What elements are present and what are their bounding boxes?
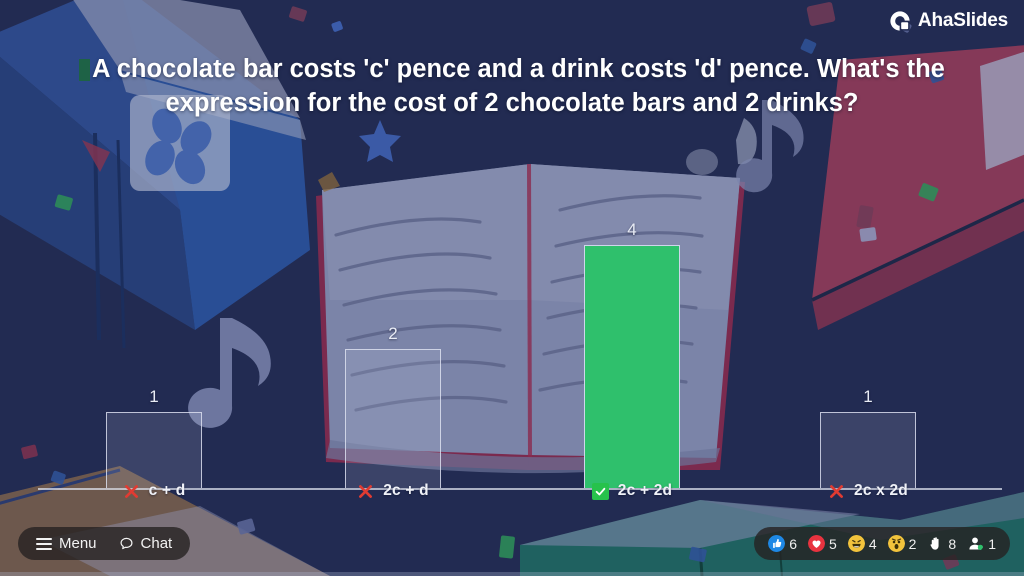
bar-value-label-0: 1 xyxy=(149,387,159,406)
chart-column-0: 1 xyxy=(106,220,202,488)
answer-label-1: 2c + d xyxy=(383,482,429,499)
participant-count: 1 xyxy=(988,535,996,552)
menu-label: Menu xyxy=(59,535,97,552)
reaction-count-heart: 5 xyxy=(829,535,837,552)
thumbs-up-icon xyxy=(768,535,786,552)
raised-hand-icon xyxy=(930,537,939,550)
results-bar-chart: 1 2 4 1 xyxy=(0,150,1024,490)
brand-name: AhaSlides xyxy=(917,10,1008,31)
bar-2 xyxy=(584,245,680,488)
chat-bubble-icon xyxy=(120,537,133,550)
chart-column-3: 1 xyxy=(820,220,916,488)
slide-stage: AhaSlides A chocolate bar costs 'c' penc… xyxy=(0,0,1024,576)
answer-label-2: 2c + 2d xyxy=(617,482,673,499)
bar-value-label-3: 1 xyxy=(863,387,873,406)
surprised-face-icon xyxy=(887,535,905,552)
hamburger-icon xyxy=(36,537,52,550)
ahaslides-logo-icon xyxy=(890,11,910,31)
heart-icon xyxy=(808,535,826,552)
laughing-face-icon xyxy=(847,535,865,552)
answer-option-2[interactable]: 2c + 2d xyxy=(584,482,680,500)
question-label: A chocolate bar costs 'c' pence and a dr… xyxy=(92,55,945,118)
reaction-count-thumbs-up: 6 xyxy=(789,535,798,552)
green-check-icon xyxy=(591,482,609,500)
chat-label: Chat xyxy=(140,535,173,552)
red-x-icon xyxy=(359,484,373,498)
slide-accent-marker xyxy=(79,59,91,81)
reaction-laugh[interactable]: 4 xyxy=(847,535,877,552)
reaction-count-laugh: 4 xyxy=(868,535,877,552)
reactions-toolbar: 6 5 4 2 8 1 xyxy=(754,527,1010,560)
bottom-progress-strip xyxy=(0,572,1024,576)
brand-logo: AhaSlides xyxy=(889,10,1008,32)
participants-indicator[interactable]: 1 xyxy=(967,535,996,552)
reaction-count-raised-hand: 8 xyxy=(948,535,957,552)
menu-button[interactable]: Menu xyxy=(36,535,97,552)
answer-label-0: c + d xyxy=(148,482,186,499)
bar-3 xyxy=(820,412,916,488)
answer-option-0[interactable]: c + d xyxy=(106,482,202,500)
reaction-heart[interactable]: 5 xyxy=(808,535,837,552)
reaction-wow[interactable]: 2 xyxy=(887,535,917,552)
red-x-icon xyxy=(830,484,843,498)
reaction-count-wow: 2 xyxy=(908,535,917,552)
answer-option-1[interactable]: 2c + d xyxy=(345,482,441,500)
reaction-raised-hand[interactable]: 8 xyxy=(927,535,956,552)
red-x-icon xyxy=(124,484,138,498)
bar-0 xyxy=(106,412,202,488)
chat-button[interactable]: Chat xyxy=(119,535,173,552)
question-text: A chocolate bar costs 'c' pence and a dr… xyxy=(34,52,990,121)
answer-labels-row: c + d 2c + d 2c + 2d 2c x 2d xyxy=(0,482,1024,508)
chart-column-1: 2 xyxy=(345,220,441,488)
menu-chat-toolbar: Menu Chat xyxy=(18,527,191,560)
answer-option-3[interactable]: 2c x 2d xyxy=(820,482,916,500)
participant-icon xyxy=(969,537,984,551)
bar-value-label-2: 4 xyxy=(627,220,637,239)
chart-column-2: 4 xyxy=(584,220,680,488)
bar-1 xyxy=(345,349,441,488)
bar-value-label-1: 2 xyxy=(388,324,398,343)
answer-label-3: 2c x 2d xyxy=(854,482,908,499)
reaction-thumbs-up[interactable]: 6 xyxy=(768,535,797,552)
